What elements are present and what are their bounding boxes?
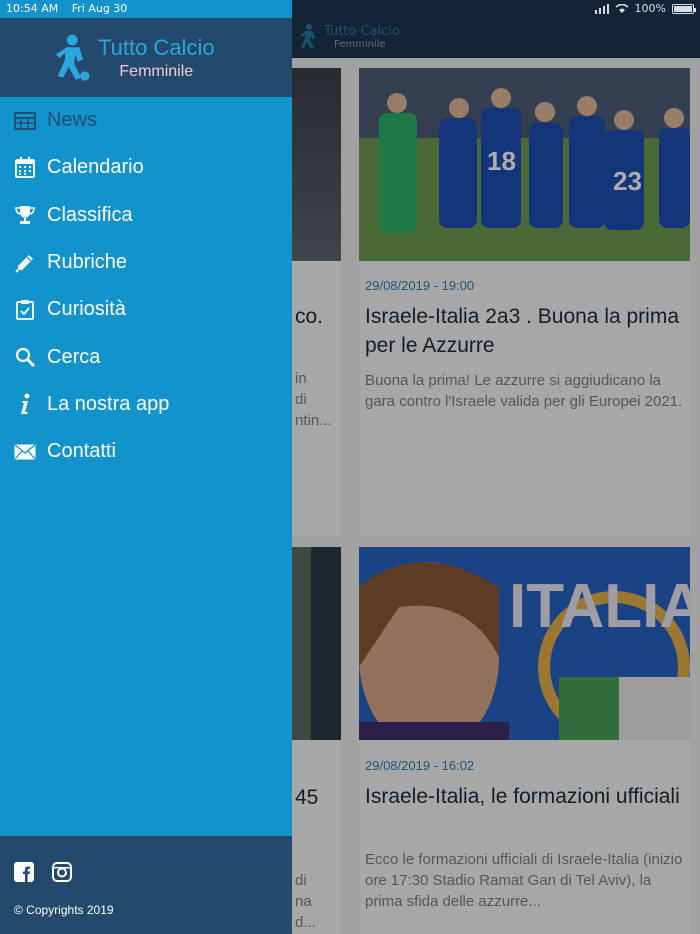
copyright-text: © Copyrights 2019: [14, 903, 114, 917]
wifi-icon: [615, 4, 629, 13]
pencil-icon: [14, 252, 36, 274]
facebook-icon[interactable]: [14, 862, 34, 882]
menu-item-label: Rubriche: [47, 251, 128, 274]
battery-percent: 100%: [634, 2, 666, 15]
menu-item-label: Classifica: [47, 203, 133, 226]
player-logo-icon: [56, 34, 90, 81]
search-icon: [14, 346, 36, 368]
drawer-footer: © Copyrights 2019: [0, 836, 292, 934]
menu-item-classifica[interactable]: Classifica: [0, 192, 292, 239]
drawer-logo: Tutto Calcio Femminile: [56, 32, 215, 84]
drawer-brand-title: Tutto Calcio: [98, 35, 215, 60]
battery-icon: [672, 4, 696, 14]
menu-item-label: Curiosità: [47, 298, 126, 321]
menu-item-label: News: [47, 109, 98, 132]
drawer-header: Tutto Calcio Femminile: [0, 18, 292, 97]
menu-item-rubriche[interactable]: Rubriche: [0, 239, 292, 286]
menu-item-news[interactable]: News: [0, 97, 292, 144]
drawer-brand-subtitle: Femminile: [119, 63, 194, 80]
table-icon: [14, 110, 36, 132]
status-time: 10:54 AM: [6, 2, 59, 15]
status-bar: 10:54 AM Fri Aug 30 100%: [0, 0, 700, 18]
drawer-menu: News Calendario Classifica Rubriche Curi…: [0, 97, 292, 475]
mail-icon: [14, 441, 36, 463]
calendar-icon: [14, 157, 36, 179]
signal-icon: [594, 4, 609, 14]
menu-item-calendario[interactable]: Calendario: [0, 144, 292, 191]
menu-item-label: La nostra app: [47, 392, 170, 415]
status-date: Fri Aug 30: [71, 2, 128, 15]
menu-item-la-nostra-app[interactable]: La nostra app: [0, 381, 292, 428]
trophy-icon: [14, 204, 36, 226]
menu-item-label: Cerca: [47, 345, 101, 368]
menu-item-contatti[interactable]: Contatti: [0, 428, 292, 475]
clipboard-icon: [14, 299, 36, 321]
side-drawer: Tutto Calcio Femminile News Calendario C…: [0, 0, 292, 934]
menu-item-curiosita[interactable]: Curiosità: [0, 286, 292, 333]
menu-item-label: Calendario: [47, 156, 144, 179]
info-icon: [14, 393, 36, 415]
instagram-icon[interactable]: [52, 862, 72, 882]
menu-item-cerca[interactable]: Cerca: [0, 333, 292, 380]
social-links: [14, 862, 72, 882]
menu-item-label: Contatti: [47, 440, 116, 463]
